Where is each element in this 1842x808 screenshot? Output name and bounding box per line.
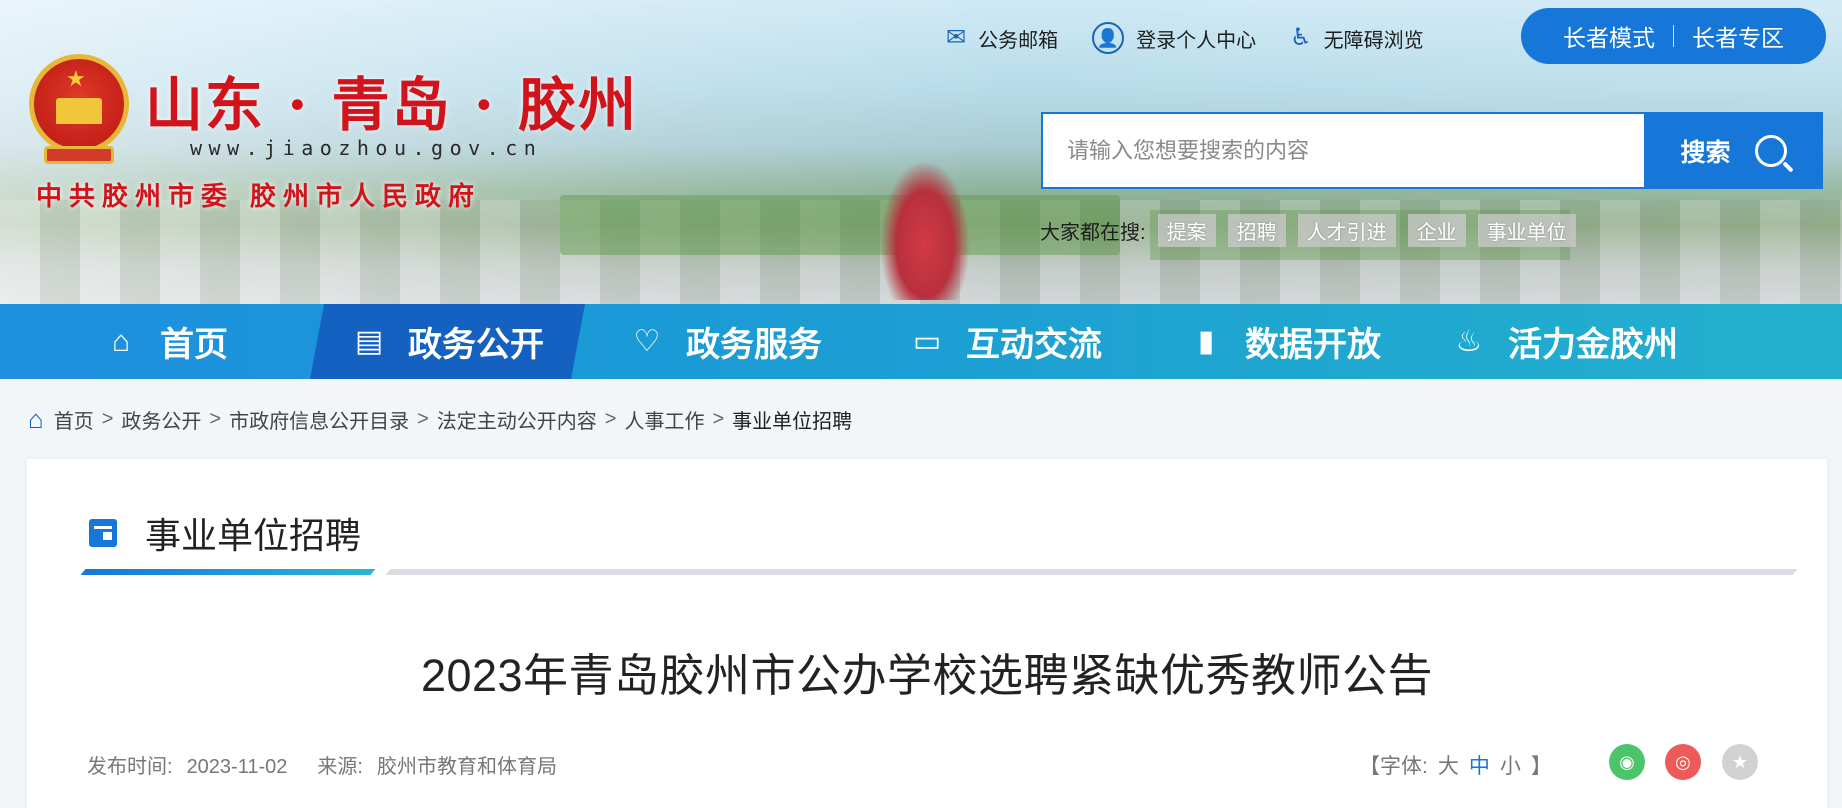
section-rule-accent — [80, 569, 376, 575]
site-url: www.jiaozhou.gov.cn — [190, 136, 543, 160]
source-label: 来源: — [317, 756, 363, 778]
search-icon — [1754, 134, 1787, 167]
nav-item-label: 政务服务 — [686, 326, 822, 364]
hot-tag[interactable]: 提案 — [1157, 214, 1216, 247]
section-rule — [385, 569, 1798, 575]
accessibility-link-label: 无障碍浏览 — [1323, 29, 1424, 52]
accessibility-link[interactable]: ♿ 无障碍浏览 — [1290, 24, 1424, 53]
search-bar: 搜索 — [1041, 112, 1823, 189]
nav-item-label: 互动交流 — [966, 326, 1102, 364]
publish-date: 2023-11-02 — [186, 756, 288, 778]
source-info: 来源: 胶州市教育和体育局 — [317, 750, 557, 779]
font-size-large-button[interactable]: 大 — [1438, 750, 1459, 780]
header-banner: ★ 山东 · 青岛 · 胶州 www.jiaozhou.gov.cn 中共胶州市… — [0, 0, 1842, 304]
divider — [1673, 25, 1674, 47]
mail-icon: ✉ — [946, 24, 967, 51]
login-link-label: 登录个人中心 — [1136, 29, 1257, 52]
login-link[interactable]: 👤 登录个人中心 — [1092, 22, 1256, 54]
banner-lawn — [560, 195, 1120, 255]
font-size-medium-button[interactable]: 中 — [1469, 750, 1490, 780]
main-nav: ⌂ 首页 ▤ 政务公开 ♡ 政务服务 ▭ 互动交流 ▮ 数据开放 ♨ 活力金胶州 — [0, 304, 1842, 379]
flame-icon: ♨ — [1455, 325, 1483, 358]
hot-tag[interactable]: 事业单位 — [1477, 214, 1576, 247]
elder-mode-bar: 长者模式 长者专区 — [1521, 8, 1826, 64]
home-icon: ⌂ — [111, 324, 131, 358]
elder-zone-button[interactable]: 长者专区 — [1692, 19, 1784, 53]
user-icon: 👤 — [1092, 22, 1125, 54]
search-input[interactable] — [1041, 112, 1644, 189]
heart-icon: ♡ — [633, 325, 661, 358]
font-size-close: 】 — [1530, 755, 1552, 778]
article-meta: 发布时间: 2023-11-02 来源: 胶州市教育和体育局 — [87, 750, 557, 779]
source-value: 胶州市教育和体育局 — [376, 756, 557, 778]
bar-chart-icon: ▮ — [1197, 325, 1215, 358]
breadcrumb: ⌂ 首页 > 政务公开 > 市政府信息公开目录 > 法定主动公开内容 > 人事工… — [28, 404, 852, 435]
article-card: 事业单位招聘 2023年青岛胶州市公办学校选聘紧缺优秀教师公告 发布时间: 202… — [27, 459, 1827, 808]
home-icon: ⌂ — [28, 404, 44, 434]
site-subtitle: 中共胶州市委 胶州市人民政府 — [36, 182, 482, 212]
breadcrumb-link[interactable]: 市政府信息公开目录 — [229, 405, 409, 434]
weibo-share-icon[interactable]: ◎ — [1665, 744, 1701, 780]
publish-info: 发布时间: 2023-11-02 — [87, 750, 287, 779]
article-title: 2023年青岛胶州市公办学校选聘紧缺优秀教师公告 — [420, 650, 1434, 701]
nav-item-label: 活力金胶州 — [1508, 326, 1678, 364]
favorite-star-icon[interactable]: ★ — [1722, 744, 1758, 780]
elder-mode-button[interactable]: 长者模式 — [1563, 19, 1655, 53]
hot-searches-label: 大家都在搜: — [1040, 222, 1146, 244]
font-size-control: 【字体: 大 中 小 】 — [1359, 750, 1552, 780]
breadcrumb-link[interactable]: 首页 — [54, 405, 94, 434]
font-size-label: 【字体: — [1359, 755, 1428, 778]
nav-item-label: 政务公开 — [408, 326, 544, 364]
wheelchair-icon: ♿ — [1290, 24, 1312, 51]
section-title: 事业单位招聘 — [145, 515, 362, 556]
breadcrumb-separator: > — [209, 408, 222, 430]
wechat-share-icon[interactable]: ◉ — [1609, 744, 1645, 780]
section-header: 事业单位招聘 — [89, 507, 361, 559]
breadcrumb-link[interactable]: 法定主动公开内容 — [437, 405, 597, 434]
banner-sculpture — [880, 160, 970, 300]
breadcrumb-separator: > — [604, 408, 617, 430]
nav-item-vitality[interactable]: ♨ 活力金胶州 — [1452, 304, 1678, 379]
document-icon: ▤ — [354, 325, 384, 358]
nav-item-open-data[interactable]: ▮ 数据开放 — [1189, 304, 1381, 379]
hot-tag[interactable]: 人才引进 — [1297, 214, 1396, 247]
nav-item-home[interactable]: ⌂ 首页 — [104, 304, 228, 379]
breadcrumb-link[interactable]: 人事工作 — [624, 405, 704, 434]
search-button[interactable]: 搜索 — [1644, 112, 1823, 189]
nav-item-gov-affairs[interactable]: ▤ 政务公开 — [352, 304, 544, 379]
hot-tag[interactable]: 招聘 — [1227, 214, 1286, 247]
national-emblem-icon: ★ — [26, 54, 132, 166]
publish-label: 发布时间: — [87, 756, 173, 778]
breadcrumb-current: 事业单位招聘 — [732, 411, 853, 433]
nav-item-label: 数据开放 — [1245, 326, 1381, 364]
breadcrumb-separator: > — [417, 408, 429, 430]
nav-item-interaction[interactable]: ▭ 互动交流 — [910, 304, 1102, 379]
search-button-label: 搜索 — [1680, 138, 1731, 167]
nav-item-services[interactable]: ♡ 政务服务 — [630, 304, 822, 379]
top-links: ✉ 公务邮箱 👤 登录个人中心 ♿ 无障碍浏览 — [946, 22, 1424, 54]
mail-link-label: 公务邮箱 — [978, 29, 1059, 52]
chat-icon: ▭ — [912, 325, 942, 358]
breadcrumb-separator: > — [712, 408, 725, 430]
breadcrumb-separator: > — [101, 408, 114, 430]
breadcrumb-link[interactable]: 政务公开 — [121, 405, 201, 434]
site-title[interactable]: 山东 · 青岛 · 胶州 — [145, 58, 638, 142]
hot-tag[interactable]: 企业 — [1407, 214, 1466, 247]
font-size-small-button[interactable]: 小 — [1500, 750, 1521, 780]
nav-item-label: 首页 — [160, 326, 228, 364]
hot-searches: 大家都在搜: 提案 招聘 人才引进 企业 事业单位 — [1040, 214, 1576, 247]
mail-link[interactable]: ✉ 公务邮箱 — [946, 24, 1058, 53]
section-icon — [89, 519, 117, 547]
